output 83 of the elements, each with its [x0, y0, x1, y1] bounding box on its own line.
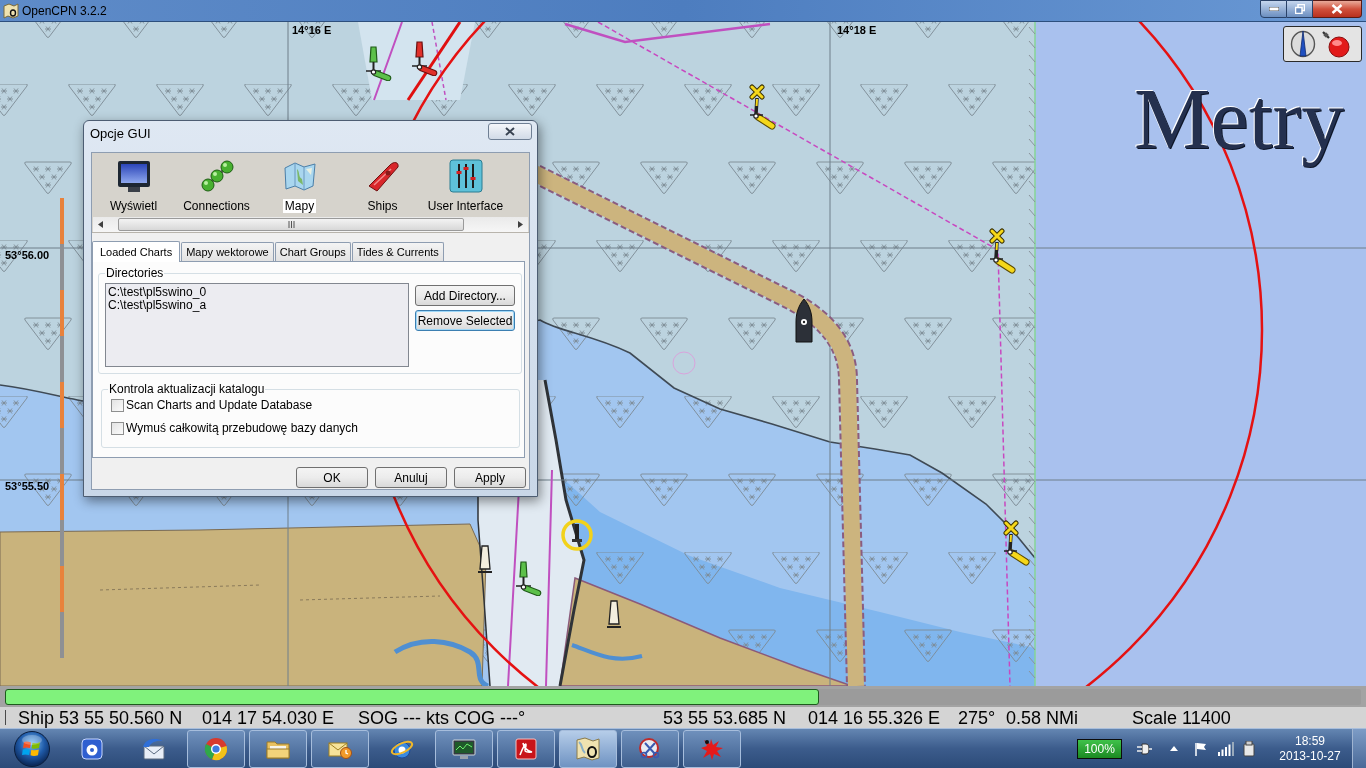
taskbar-button[interactable] [249, 729, 307, 768]
dialog-button[interactable]: Anuluj [375, 467, 447, 488]
bird-envelope-icon [141, 736, 167, 761]
show-desktop-button[interactable] [1352, 729, 1366, 768]
close-icon [1331, 4, 1343, 14]
compass-panel[interactable] [1283, 26, 1362, 62]
chevron-up-icon[interactable] [1170, 746, 1178, 751]
checkbox[interactable] [111, 422, 124, 435]
clock-time[interactable]: 18:59 [1295, 733, 1325, 749]
ship-latitude: Ship 53 55 50.560 N [18, 708, 184, 727]
taskbar-button[interactable] [621, 729, 679, 768]
monitor-icon [451, 736, 477, 761]
chart-scale: Scale 11400 [1132, 708, 1231, 727]
taskbar-button[interactable] [559, 729, 617, 768]
group-label: Directories [105, 266, 165, 280]
dialog-button[interactable]: Apply [454, 467, 526, 488]
ship-longitude: 014 17 54.030 E [202, 708, 336, 727]
close-button[interactable] [1313, 0, 1362, 18]
minimize-button[interactable] [1260, 0, 1287, 18]
tab[interactable]: Tides & Currents [351, 242, 444, 261]
grid-label: 14°18 E [837, 25, 877, 36]
grid-label: 53°56.00 [5, 250, 50, 261]
restore-icon [1294, 4, 1305, 14]
tab[interactable]: Chart Groups [274, 242, 351, 261]
scroll-left-icon[interactable] [98, 221, 103, 228]
dialog-title: Opcje GUI [90, 127, 151, 140]
dialog-button[interactable]: Add Directory... [415, 285, 515, 306]
close-icon [505, 127, 515, 136]
category-button[interactable]: Connections [175, 153, 258, 215]
beacon-icon [607, 600, 621, 630]
directory-list[interactable]: C:\test\pl5swino_0 C:\test\pl5swino_a [105, 283, 409, 367]
compass-icon[interactable] [1290, 29, 1316, 59]
ring-marker-icon [561, 518, 593, 552]
minimize-icon [1268, 7, 1279, 11]
category-button[interactable]: Wyświetl [92, 153, 175, 215]
taskbar-button[interactable] [311, 729, 369, 768]
maximize-button[interactable] [1287, 0, 1313, 18]
checkbox-label[interactable]: Scan Charts and Update Database [126, 399, 313, 412]
flag-icon[interactable] [1194, 741, 1208, 756]
document-icon [514, 736, 538, 761]
grid-label: 14°16 E [292, 25, 332, 36]
cursor-longitude: 014 16 55.326 E [808, 708, 942, 727]
checkbox[interactable] [111, 399, 124, 412]
start-orb-icon[interactable] [12, 729, 51, 768]
beacon-icon [478, 545, 492, 575]
tab[interactable]: Loaded Charts [92, 241, 181, 262]
course-over-ground: COG ---° [454, 708, 527, 727]
cursor-latitude: 53 55 53.685 N [663, 708, 788, 727]
folded-map-icon [3, 2, 19, 19]
group-label: Kontrola aktualizacji katalogu [108, 382, 266, 396]
signal-icon[interactable] [1218, 741, 1234, 756]
folded-map-icon [575, 735, 601, 762]
category-button[interactable]: Mapy [258, 153, 341, 215]
cursor-bearing: 275° [958, 708, 997, 727]
scrollbar-thumb[interactable] [118, 218, 464, 231]
checkbox-label[interactable]: Wymuś całkowitą przebudowę bazy danych [126, 422, 358, 435]
scroll-right-icon[interactable] [518, 221, 523, 228]
segmented-circle-icon [204, 736, 228, 761]
drive-icon[interactable] [1242, 740, 1256, 757]
grid-label: 53°55.50 [5, 481, 50, 492]
monitor-icon [116, 159, 151, 193]
grip-icon [287, 221, 295, 228]
cursor-distance: 0.58 NMi [1006, 708, 1080, 727]
category-button[interactable]: Ships [341, 153, 424, 215]
taskbar-button[interactable] [497, 729, 555, 768]
clock-date[interactable]: 2013-10-27 [1279, 748, 1341, 764]
taskbar-button[interactable] [187, 729, 245, 768]
chart-bar-key[interactable] [5, 689, 819, 705]
gps-status-icon[interactable] [1321, 29, 1351, 59]
taskbar-button[interactable] [435, 729, 493, 768]
dialog-button[interactable]: OK [296, 467, 368, 488]
category-button[interactable]: User Interface [424, 153, 507, 215]
dialog-button[interactable]: Remove Selected [415, 310, 515, 331]
directory-item[interactable]: C:\test\pl5swino_a [108, 299, 408, 312]
sliders-icon [448, 159, 483, 193]
close-button[interactable] [488, 123, 532, 140]
tab[interactable]: Mapy wektorowe [181, 242, 274, 261]
horizontal-scrollbar[interactable] [93, 217, 528, 232]
plug-icon[interactable] [1136, 741, 1152, 756]
speed-over-ground: SOG --- kts [358, 708, 450, 727]
directory-item[interactable]: C:\test\pl5swino_0 [108, 286, 408, 299]
linked-nodes-icon [199, 159, 234, 193]
window-title: OpenCPN 3.2.2 [22, 4, 107, 17]
